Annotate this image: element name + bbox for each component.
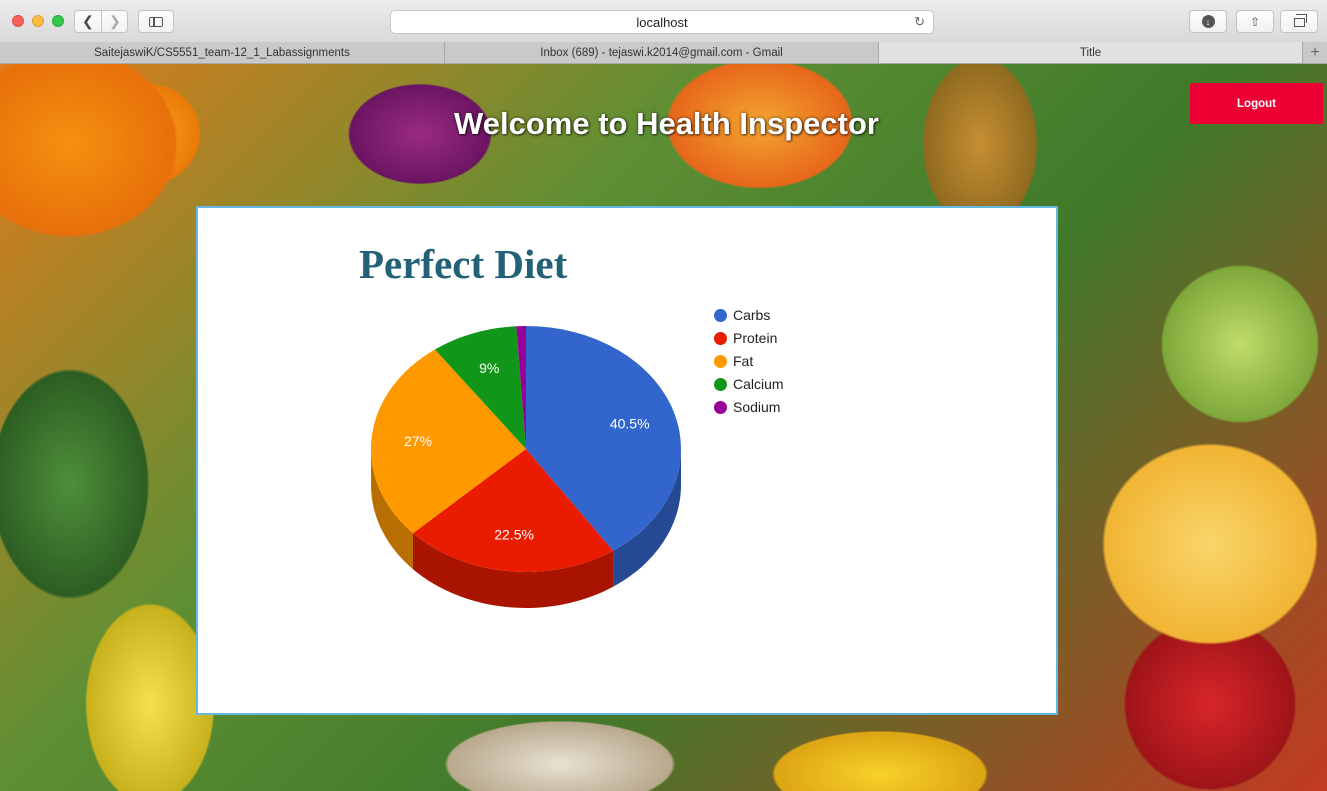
legend-label: Calcium [733,376,784,392]
tab-label: Title [1079,46,1102,59]
share-button[interactable]: ⇧ [1236,10,1274,33]
new-tab-icon[interactable]: + [1303,42,1327,63]
legend-swatch [714,400,727,414]
legend-swatch [714,354,727,368]
slice-label-carbs: 40.5% [610,416,650,432]
close-window-button[interactable] [12,15,24,27]
nav-buttons: ❮ ❯ [74,10,128,33]
nav-divider [101,11,102,32]
legend-swatch [714,308,727,322]
legend-label: Sodium [733,399,781,415]
download-icon: ↓ [1201,15,1215,28]
legend-item-carbs[interactable]: Carbs [714,305,770,325]
downloads-button[interactable]: ↓ [1189,10,1227,33]
address-bar[interactable]: localhost ↻ [390,10,934,34]
legend-item-fat[interactable]: Fat [714,351,753,371]
legend-swatch [714,377,727,391]
legend-label: Protein [733,330,778,346]
tab-github[interactable]: SaitejaswiK/CS5551_team-12_1_Labassignme… [0,42,445,63]
tab-label: Inbox (689) - tejaswi.k2014@gmail.com - … [540,46,783,59]
slice-label-calcium: 9% [479,360,499,376]
legend-item-sodium[interactable]: Sodium [714,397,780,417]
reload-icon[interactable]: ↻ [914,14,925,30]
sidebar-icon [149,16,163,27]
legend-item-protein[interactable]: Protein [714,328,777,348]
chart-panel: Perfect Diet 40.5% 22.5% 27% 9% Carbs Protei… [196,206,1058,715]
tab-gmail[interactable]: Inbox (689) - tejaswi.k2014@gmail.com - … [445,42,879,63]
minimize-window-button[interactable] [32,15,44,27]
browser-toolbar: ❮ ❯ localhost ↻ ↓ ⇧ [0,0,1327,43]
logout-button[interactable]: Logout [1190,83,1323,124]
legend-label: Carbs [733,307,771,323]
tab-label: SaitejaswiK/CS5551_team-12_1_Labassignme… [94,46,350,59]
tabs-overview-icon [1293,14,1307,27]
back-icon[interactable]: ❮ [82,13,94,30]
slice-label-fat: 27% [404,433,432,449]
page-heading: Welcome to Health Inspector [454,106,879,141]
share-icon: ⇧ [1249,14,1261,29]
zoom-window-button[interactable] [52,15,64,27]
legend-swatch [714,331,727,345]
sidebar-toggle-button[interactable] [138,10,174,33]
pie-chart: 40.5% 22.5% 27% 9% [370,326,681,608]
tab-bar: SaitejaswiK/CS5551_team-12_1_Labassignme… [0,42,1327,64]
legend-label: Fat [733,353,754,369]
tab-title[interactable]: Title [879,42,1303,63]
address-text: localhost [636,14,688,30]
page-background: Welcome to Health Inspector Logout Perfe… [0,64,1327,791]
forward-icon[interactable]: ❯ [109,13,121,30]
legend-item-calcium[interactable]: Calcium [714,374,784,394]
slice-label-protein: 22.5% [494,527,534,543]
show-tabs-button[interactable] [1280,10,1318,33]
